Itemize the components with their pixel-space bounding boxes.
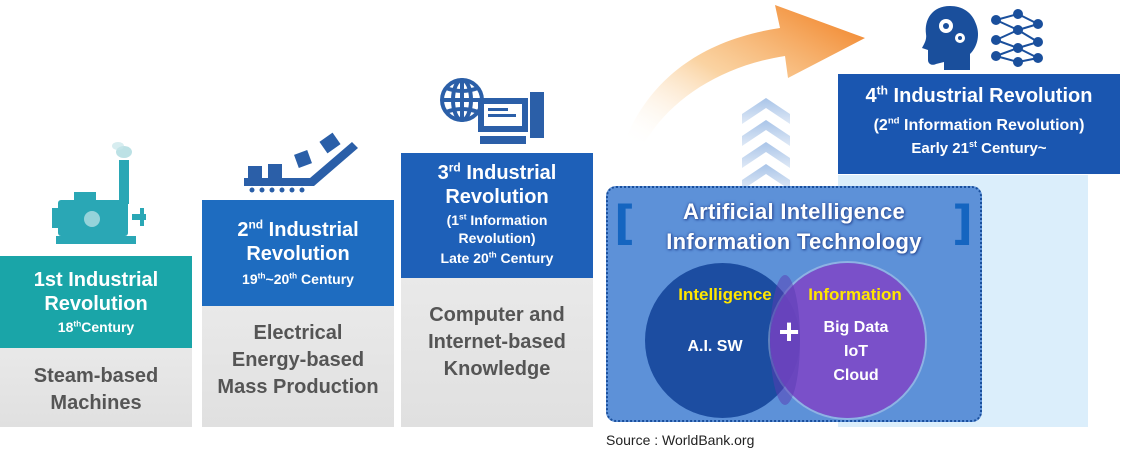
stage1-description: Steam-based Machines: [33, 365, 159, 414]
conveyor-belt-icon: [244, 132, 358, 193]
info-item-big-data: Big Data: [823, 319, 889, 336]
stage3-subtitle: (1st Information Revolution): [446, 211, 548, 246]
information-items: Big Data IoT Cloud: [806, 316, 906, 388]
stage3-header: 3rd Industrial Revolution (1st Informatio…: [401, 153, 593, 278]
information-label: Information: [808, 285, 902, 304]
venn-title-line1: Artificial Intelligence: [682, 199, 906, 224]
up-chevrons-icon: [742, 98, 790, 190]
neural-network-icon: [991, 9, 1043, 67]
stage1-header: 1st Industrial Revolution 18thCentury: [0, 256, 192, 348]
steam-engine-icon: [52, 142, 146, 244]
stage1-title: 1st Industrial Revolution: [33, 269, 159, 315]
stage4-header: 4th Industrial Revolution (2nd Informati…: [838, 74, 1120, 174]
brain-gears-icon: [922, 6, 978, 70]
source-credit: Source : WorldBank.org: [606, 432, 755, 448]
stage4-title: 4th Industrial Revolution: [865, 83, 1093, 107]
stage4-century: Early 21st Century~: [911, 139, 1047, 158]
stage2-title: 2nd Industrial Revolution: [237, 217, 359, 265]
stage3-century: Late 20th Century: [440, 249, 554, 266]
computer-network-icon: [440, 78, 544, 144]
venn-title-line2: Information Technology: [666, 229, 922, 254]
stage2-header: 2nd Industrial Revolution 19th~20th Centu…: [202, 200, 394, 306]
stage1-century: 18thCentury: [57, 318, 135, 335]
stage4-subtitle: (2nd Information Revolution): [873, 115, 1085, 134]
plus-icon: +: [778, 311, 800, 352]
stage3-title: 3rd Industrial Revolution: [437, 160, 557, 208]
info-item-cloud: Cloud: [833, 367, 879, 384]
info-item-iot: IoT: [844, 343, 868, 360]
stage2-century: 19th~20th Century: [242, 270, 354, 287]
intelligence-label: Intelligence: [678, 285, 772, 304]
stage2-description: Electrical Energy-based Mass Production: [217, 322, 379, 398]
stage3-description: Computer and Internet-based Knowledge: [428, 304, 566, 380]
ai-sw-text: A.I. SW: [687, 338, 743, 355]
